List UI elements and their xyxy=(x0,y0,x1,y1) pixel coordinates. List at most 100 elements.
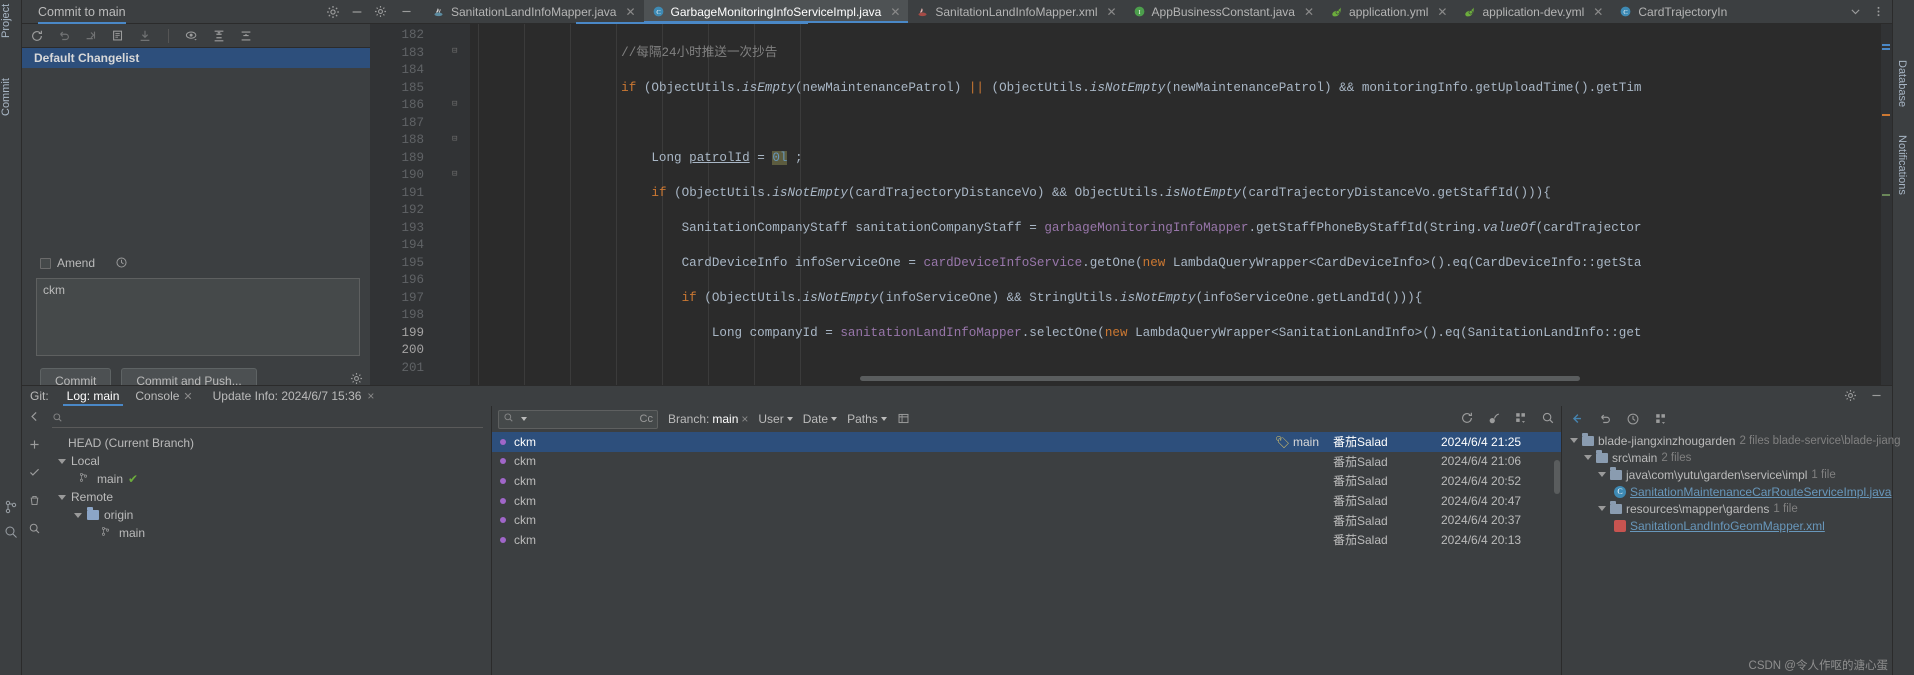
editor-code-content[interactable]: //每隔24小时推送一次抄告 if (ObjectUtils.isEmpty(n… xyxy=(470,24,1892,385)
close-icon[interactable]: ✕ xyxy=(625,5,635,19)
table-row[interactable]: ckm 番茄Salad 2024/6/4 20:52 xyxy=(492,471,1561,491)
chevron-down-icon[interactable] xyxy=(58,458,66,464)
rail-item-project[interactable]: Project xyxy=(0,4,22,74)
revert-icon[interactable] xyxy=(1598,412,1612,426)
git-branch-icon[interactable] xyxy=(4,500,18,514)
chevron-down-icon[interactable] xyxy=(521,417,527,421)
filter-user[interactable]: User xyxy=(758,412,793,426)
editor-tab-3[interactable]: I AppBusinessConstant.java ✕ xyxy=(1125,0,1322,23)
fold-marker-icon[interactable]: ⊟ xyxy=(452,46,457,56)
changelist-row[interactable]: Default Changelist xyxy=(22,48,370,68)
commit-options-gear-icon[interactable] xyxy=(350,372,364,386)
changes-node-src[interactable]: src\main 2 files xyxy=(1562,449,1892,466)
branch-node-local[interactable]: Local xyxy=(48,452,491,470)
table-row[interactable]: ckm 番茄Salad 2024/6/4 21:06 xyxy=(492,452,1561,472)
branch-node-origin[interactable]: origin xyxy=(48,506,491,524)
add-icon[interactable] xyxy=(28,438,42,452)
show-options-icon[interactable] xyxy=(1514,411,1528,425)
close-icon[interactable]: ✕ xyxy=(1593,5,1603,19)
table-row[interactable]: ckm 番茄Salad 2024/6/4 20:37 xyxy=(492,510,1561,530)
editor-tab-1[interactable]: C GarbageMonitoringInfoServiceImpl.java … xyxy=(643,0,909,23)
filter-date[interactable]: Date xyxy=(803,412,838,426)
editor-horizontal-scrollbar[interactable] xyxy=(860,376,1580,381)
chevron-down-icon[interactable] xyxy=(1584,455,1592,460)
filter-paths[interactable]: Paths xyxy=(847,412,887,426)
fold-marker-icon[interactable]: ⊟ xyxy=(452,99,457,109)
preview-eye-icon[interactable] xyxy=(185,29,199,43)
branch-node-remote[interactable]: Remote xyxy=(48,488,491,506)
changes-node-res-dir[interactable]: resources\mapper\gardens 1 file xyxy=(1562,500,1892,517)
editor-tab-4[interactable]: application.yml ✕ xyxy=(1322,0,1455,23)
history-clock-icon[interactable] xyxy=(115,256,129,270)
chevron-down-icon[interactable] xyxy=(1598,506,1606,511)
chevron-down-icon[interactable] xyxy=(58,494,66,500)
close-icon[interactable]: ✕ xyxy=(1437,5,1447,19)
commit-search-input[interactable]: Cc xyxy=(498,409,658,429)
refresh-icon[interactable] xyxy=(1460,411,1474,425)
shelve-silently-icon[interactable] xyxy=(84,29,98,43)
editor-marker-bar[interactable] xyxy=(1880,24,1892,385)
commit-table-scrollbar[interactable] xyxy=(1554,460,1560,494)
editor-tab-5[interactable]: application-dev.yml ✕ xyxy=(1455,0,1611,23)
changes-node-java-dir[interactable]: java\com\yutu\garden\service\impl 1 file xyxy=(1562,466,1892,483)
tab-log-main[interactable]: Log: main xyxy=(59,386,128,406)
cherry-pick-icon[interactable] xyxy=(1487,411,1501,425)
close-icon[interactable]: ✕ xyxy=(1106,5,1116,19)
collapse-left-icon[interactable] xyxy=(28,410,42,424)
changes-node-res-file[interactable]: SanitationLandInfoGeomMapper.xml xyxy=(1562,517,1892,534)
commit-table[interactable]: ckm 🏷 main 番茄Salad 2024/6/4 21:25 ckm 番茄… xyxy=(492,432,1561,675)
chevron-down-icon[interactable] xyxy=(1849,5,1863,19)
refresh-icon[interactable] xyxy=(30,29,44,43)
download-icon[interactable] xyxy=(138,29,152,43)
chevron-down-icon[interactable] xyxy=(880,417,887,421)
changed-files-tree[interactable]: blade-jiangxinzhougarden 2 files blade-s… xyxy=(1562,432,1901,675)
rail-item-database[interactable]: Database xyxy=(1896,60,1908,107)
rollback-icon[interactable] xyxy=(57,29,71,43)
group-by-icon[interactable] xyxy=(1654,412,1668,426)
close-icon[interactable]: ✕ xyxy=(1304,5,1314,19)
table-row[interactable]: ckm 番茄Salad 2024/6/4 20:47 xyxy=(492,491,1561,511)
search-icon[interactable] xyxy=(28,522,42,536)
code-editor[interactable]: 182 183 184 185 186 187 188 189 190 191 … xyxy=(370,24,1892,385)
filter-branch-clear-icon[interactable]: × xyxy=(741,412,748,426)
settings-gear-icon[interactable] xyxy=(374,5,388,19)
tab-console[interactable]: Console ✕ xyxy=(127,386,200,406)
changes-node-java-file[interactable]: C SanitationMaintenanceCarRouteServiceIm… xyxy=(1562,483,1892,500)
branch-node-head[interactable]: HEAD (Current Branch) xyxy=(48,434,491,452)
chevron-down-icon[interactable] xyxy=(831,417,838,421)
checkout-icon[interactable] xyxy=(28,466,42,480)
search-icon[interactable] xyxy=(1541,411,1555,425)
history-icon[interactable] xyxy=(1626,412,1640,426)
collapse-icon[interactable] xyxy=(1570,412,1584,426)
close-icon[interactable]: ✕ xyxy=(183,391,192,403)
amend-checkbox[interactable] xyxy=(40,257,51,269)
filter-branch[interactable]: Branch: main × xyxy=(668,412,748,426)
commit-message-input[interactable]: ckm xyxy=(36,278,360,356)
branch-node-origin-main[interactable]: main xyxy=(48,524,491,542)
settings-gear-icon[interactable] xyxy=(326,5,340,19)
search-cc-label[interactable]: Cc xyxy=(640,413,653,425)
editor-tab-2[interactable]: SanitationLandInfoMapper.xml ✕ xyxy=(908,0,1124,23)
hide-panel-icon[interactable] xyxy=(1870,389,1884,403)
delete-icon[interactable] xyxy=(28,494,42,508)
branch-node-local-main[interactable]: main ✔ xyxy=(48,470,491,488)
rail-item-notifications[interactable]: Notifications xyxy=(1896,135,1908,195)
hide-panel-icon[interactable] xyxy=(350,5,364,19)
chevron-down-icon[interactable] xyxy=(1570,438,1578,443)
expand-all-icon[interactable] xyxy=(212,29,226,43)
chevron-down-icon[interactable] xyxy=(786,417,793,421)
changes-node-root[interactable]: blade-jiangxinzhougarden 2 files blade-s… xyxy=(1562,432,1901,449)
show-diff-icon[interactable] xyxy=(111,29,125,43)
table-row[interactable]: ckm 番茄Salad 2024/6/4 20:13 xyxy=(492,530,1561,550)
chevron-down-icon[interactable] xyxy=(74,512,82,518)
editor-tab-0[interactable]: SanitationLandInfoMapper.java ✕ xyxy=(424,0,644,23)
branch-search-input[interactable] xyxy=(52,411,483,428)
collapse-all-icon[interactable] xyxy=(239,29,253,43)
hide-panel-icon[interactable] xyxy=(400,5,414,19)
table-row[interactable]: ckm 🏷 main 番茄Salad 2024/6/4 21:25 xyxy=(492,432,1561,452)
fold-marker-icon[interactable]: ⊟ xyxy=(452,169,457,179)
more-vertical-icon[interactable] xyxy=(1872,5,1886,19)
fold-marker-icon[interactable]: ⊟ xyxy=(452,134,457,144)
search-rail-icon[interactable] xyxy=(4,525,18,539)
chevron-down-icon[interactable] xyxy=(1598,472,1606,477)
